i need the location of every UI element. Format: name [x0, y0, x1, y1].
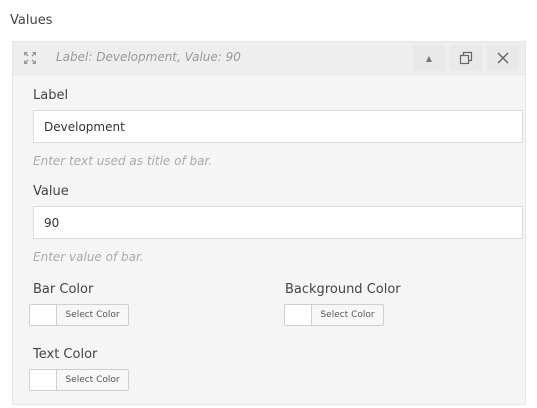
background-color-select-button[interactable]: Select Color: [312, 305, 383, 325]
bar-color-title: Bar Color: [33, 282, 94, 297]
triangle-up-icon: ▲: [425, 53, 433, 63]
section-title: Values: [10, 13, 53, 28]
text-color-swatch[interactable]: [30, 370, 57, 390]
value-input[interactable]: [33, 206, 523, 239]
text-color-picker[interactable]: Select Color: [29, 369, 129, 391]
close-icon: [497, 52, 509, 64]
label-help-text: Enter text used as title of bar.: [33, 154, 213, 168]
collapse-button[interactable]: ▲: [413, 45, 445, 71]
value-help-text: Enter value of bar.: [33, 250, 144, 264]
value-item-panel: Label: Development, Value: 90 ▲ Label En…: [12, 41, 526, 405]
label-input[interactable]: [33, 110, 523, 143]
text-color-select-button[interactable]: Select Color: [57, 370, 128, 390]
item-header-title: Label: Development, Value: 90: [56, 50, 241, 64]
value-field-title: Value: [33, 184, 69, 199]
background-color-picker[interactable]: Select Color: [284, 304, 384, 326]
move-arrows-icon[interactable]: [22, 50, 38, 66]
background-color-swatch[interactable]: [285, 305, 312, 325]
remove-button[interactable]: [487, 45, 519, 71]
text-color-title: Text Color: [33, 347, 98, 362]
bar-color-picker[interactable]: Select Color: [29, 304, 129, 326]
bar-color-swatch[interactable]: [30, 305, 57, 325]
bar-color-select-button[interactable]: Select Color: [57, 305, 128, 325]
duplicate-button[interactable]: [450, 45, 482, 71]
label-field-title: Label: [33, 88, 69, 103]
panel-header[interactable]: Label: Development, Value: 90 ▲: [13, 42, 525, 75]
background-color-title: Background Color: [285, 282, 401, 297]
duplicate-icon: [459, 51, 473, 65]
